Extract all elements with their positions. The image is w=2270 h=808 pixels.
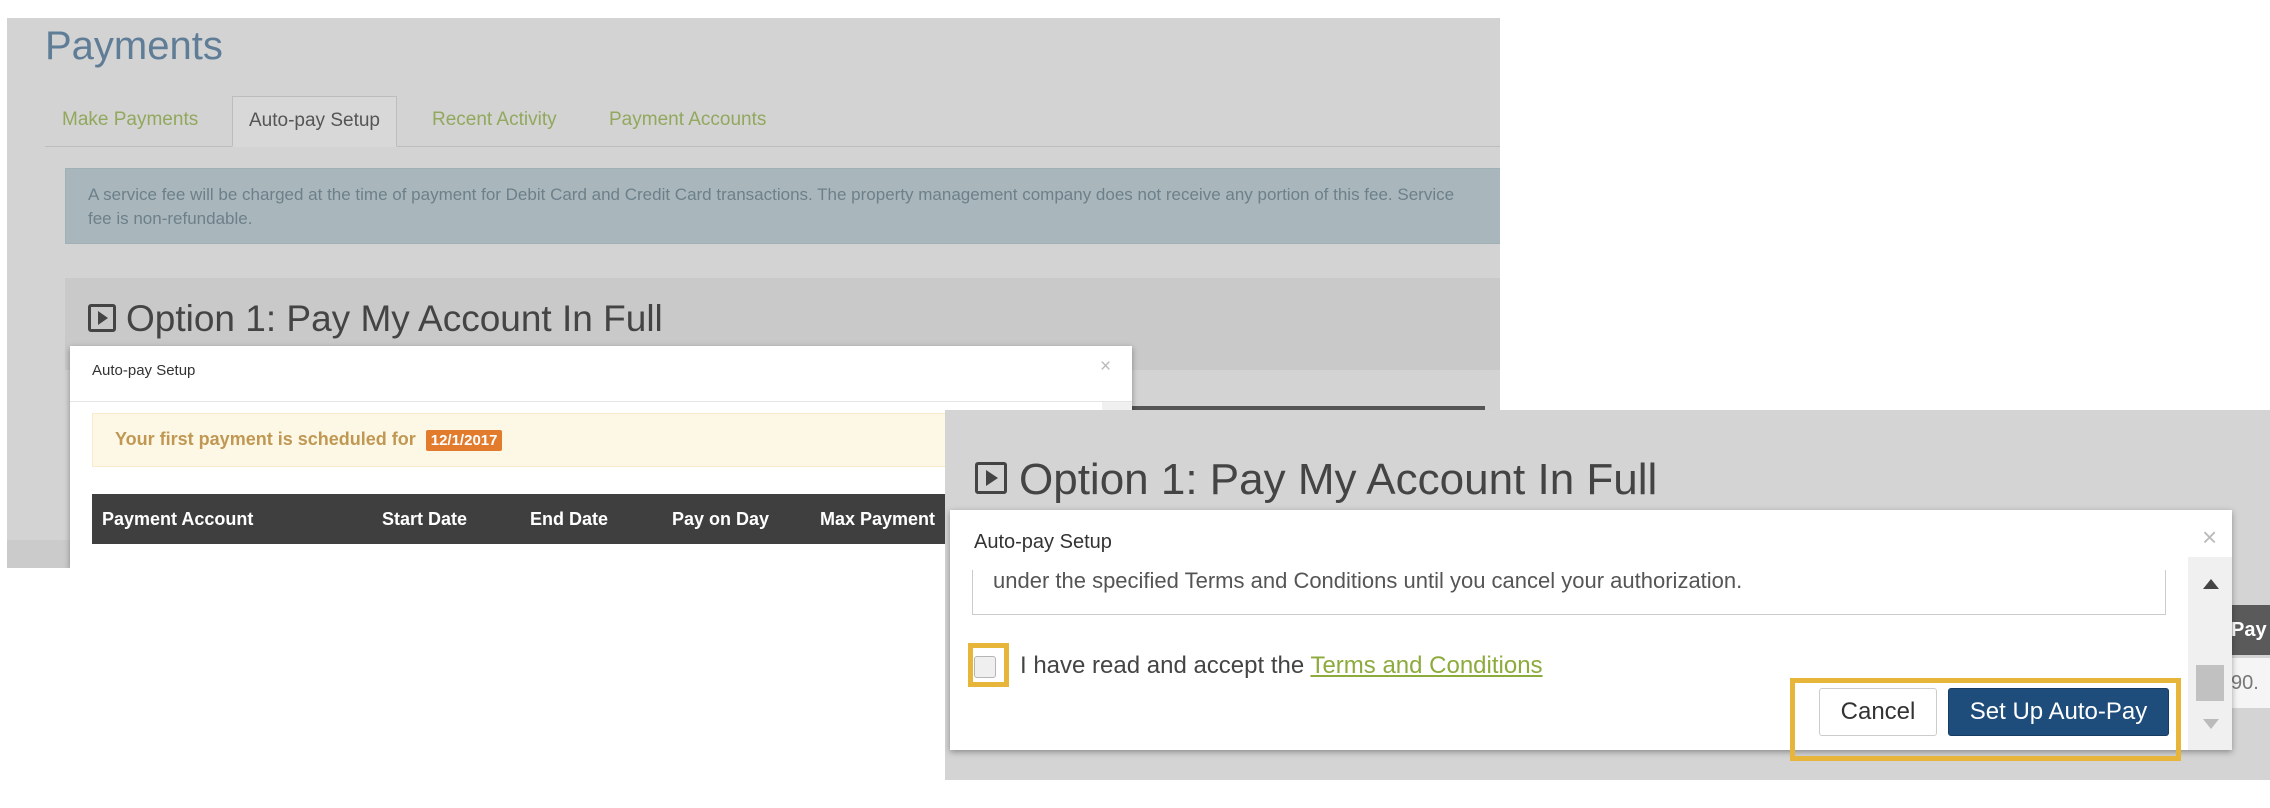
option1-title[interactable]: Option 1: Pay My Account In Full <box>88 298 663 340</box>
terms-and-conditions-link[interactable]: Terms and Conditions <box>1310 652 1542 679</box>
authorization-terms-box[interactable]: under the specified Terms and Conditions… <box>972 570 2166 615</box>
option1-title-text: Option 1: Pay My Account In Full <box>126 298 663 339</box>
page-title: Payments <box>45 24 223 68</box>
alert-message: Your first payment is scheduled for <box>115 429 416 449</box>
modal-title: Auto-pay Setup <box>974 531 1112 553</box>
accept-terms-prefix: I have read and accept the <box>1020 652 1305 679</box>
option1-title-zoom-text: Option 1: Pay My Account In Full <box>1019 455 1658 504</box>
notice-text: A service fee will be charged at the tim… <box>88 185 1455 228</box>
checkbox-highlight <box>968 643 1009 687</box>
column-pay-on-day: Pay on Day <box>672 509 770 529</box>
scroll-down-arrow-icon[interactable] <box>2203 719 2219 729</box>
service-fee-notice: A service fee will be charged at the tim… <box>65 168 1500 244</box>
autopay-zoom-screenshot: Option 1: Pay My Account In Full Pay 90.… <box>945 410 2270 780</box>
tab-recent-activity[interactable]: Recent Activity <box>432 96 557 144</box>
tab-make-payments[interactable]: Make Payments <box>62 96 198 144</box>
column-start-date: Start Date <box>382 509 468 529</box>
accept-terms-label: I have read and accept the Terms and Con… <box>1020 652 1543 680</box>
column-payment-account: Payment Account <box>102 509 254 529</box>
scroll-thumb[interactable] <box>2196 665 2224 701</box>
payment-value-partial: 90. <box>2231 658 2270 708</box>
pay-column-header-partial: Pay <box>2231 605 2270 655</box>
close-icon[interactable]: × <box>2202 522 2217 553</box>
option1-title-zoom[interactable]: Option 1: Pay My Account In Full <box>975 455 1657 505</box>
modal-header-divider <box>70 401 1132 402</box>
play-icon <box>88 304 116 333</box>
buttons-highlight <box>1790 678 2181 761</box>
modal-title: Auto-pay Setup <box>92 362 196 379</box>
scroll-up-arrow-icon[interactable] <box>2203 579 2219 589</box>
modal-scrollbar[interactable] <box>2188 557 2232 750</box>
tab-auto-pay-setup[interactable]: Auto-pay Setup <box>232 96 397 147</box>
authorization-terms-text: under the specified Terms and Conditions… <box>993 570 1743 593</box>
payments-tabs: Make Payments Auto-pay Setup Recent Acti… <box>45 96 1500 147</box>
pay-column-header-text: Pay <box>2231 619 2267 641</box>
close-icon[interactable]: × <box>1100 356 1111 378</box>
first-payment-text: Your first payment is scheduled for 12/1/… <box>115 429 503 451</box>
tab-payment-accounts[interactable]: Payment Accounts <box>609 96 766 144</box>
play-icon <box>975 462 1007 495</box>
first-payment-date-badge: 12/1/2017 <box>425 430 503 451</box>
payment-value-text: 90. <box>2231 672 2259 694</box>
column-max-payment: Max Payment <box>820 509 936 529</box>
column-end-date: End Date <box>530 509 609 529</box>
